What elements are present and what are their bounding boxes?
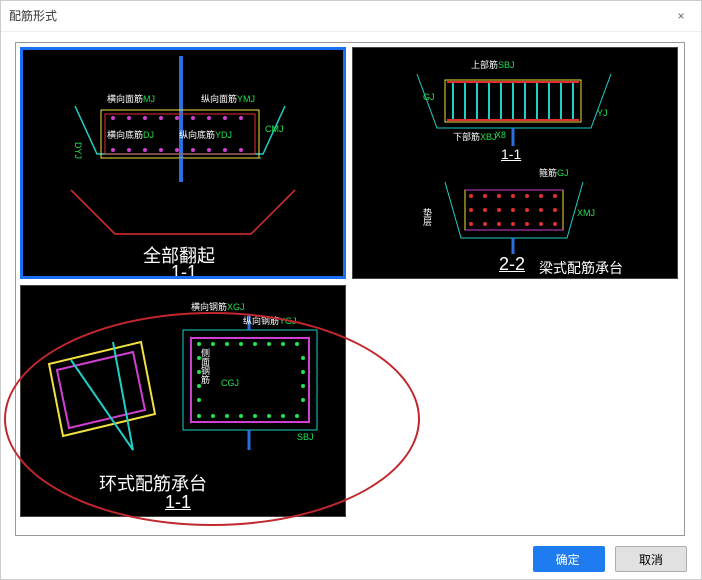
caption-main: 梁式配筋承台 (539, 258, 623, 278)
label-yj: YJ (597, 108, 608, 118)
option-beam-style[interactable]: 上部筋SBJ 下部筋XBJ GJ YJ X8 1-1 箍筋GJ XMJ 垫层 2… (352, 47, 678, 279)
label-zydj: 纵向底筋YDJ (179, 128, 232, 141)
label-hxdj: 横向底筋DJ (107, 128, 154, 141)
window-title: 配筋形式 (9, 7, 57, 24)
label-sbj2: SBJ (297, 432, 314, 442)
label-zymj: 纵向面筋YMJ (201, 92, 255, 105)
option-ring-style[interactable]: 横向钢筋XGJ 纵向钢筋YGJ 侧面钢筋 CGJ SBJ 环式配筋承台 1-1 (20, 285, 346, 517)
option-panel: 横向面筋MJ 纵向面筋YMJ 横向底筋DJ 纵向底筋YDJ CMJ DYJ 全部… (15, 42, 685, 536)
label-hxmj: 横向面筋MJ (107, 92, 155, 105)
content-area: 横向面筋MJ 纵向面筋YMJ 横向底筋DJ 纵向底筋YDJ CMJ DYJ 全部… (1, 32, 701, 540)
option-grid: 横向面筋MJ 纵向面筋YMJ 横向底筋DJ 纵向底筋YDJ CMJ DYJ 全部… (20, 47, 680, 517)
diagram-svg (353, 48, 677, 278)
label-gj2: 箍筋GJ (539, 166, 569, 179)
label-side: 垫层 (421, 208, 434, 226)
dialog-window: 配筋形式 × (0, 0, 702, 580)
option-all-flip[interactable]: 横向面筋MJ 纵向面筋YMJ 横向底筋DJ 纵向底筋YDJ CMJ DYJ 全部… (20, 47, 346, 279)
cancel-button[interactable]: 取消 (615, 546, 687, 572)
label-xbj: 下部筋XBJ (453, 130, 497, 143)
label-x8: X8 (495, 130, 506, 140)
label-gj: GJ (423, 92, 435, 102)
caption-sub: 2-2 (499, 254, 525, 275)
option-empty (352, 285, 678, 517)
label-cgj: CGJ (221, 378, 239, 388)
close-icon[interactable]: × (669, 4, 693, 28)
ok-button[interactable]: 确定. (533, 546, 605, 572)
sub1-caption: 1-1 (501, 146, 521, 162)
label-cmj: CMJ (265, 124, 284, 134)
label-xmj: XMJ (577, 208, 595, 218)
footer: 确定. 取消 (1, 540, 701, 579)
caption-sub: 1-1 (171, 262, 197, 279)
label-zxgj: 纵向钢筋YGJ (243, 314, 297, 327)
caption-sub: 1-1 (165, 492, 191, 513)
label-sbj: 上部筋SBJ (471, 58, 515, 71)
titlebar: 配筋形式 × (1, 1, 701, 32)
label-dyj: DYJ (73, 142, 83, 159)
label-hxgj: 横向钢筋XGJ (191, 300, 245, 313)
label-cmgj: 侧面钢筋 (199, 348, 212, 384)
